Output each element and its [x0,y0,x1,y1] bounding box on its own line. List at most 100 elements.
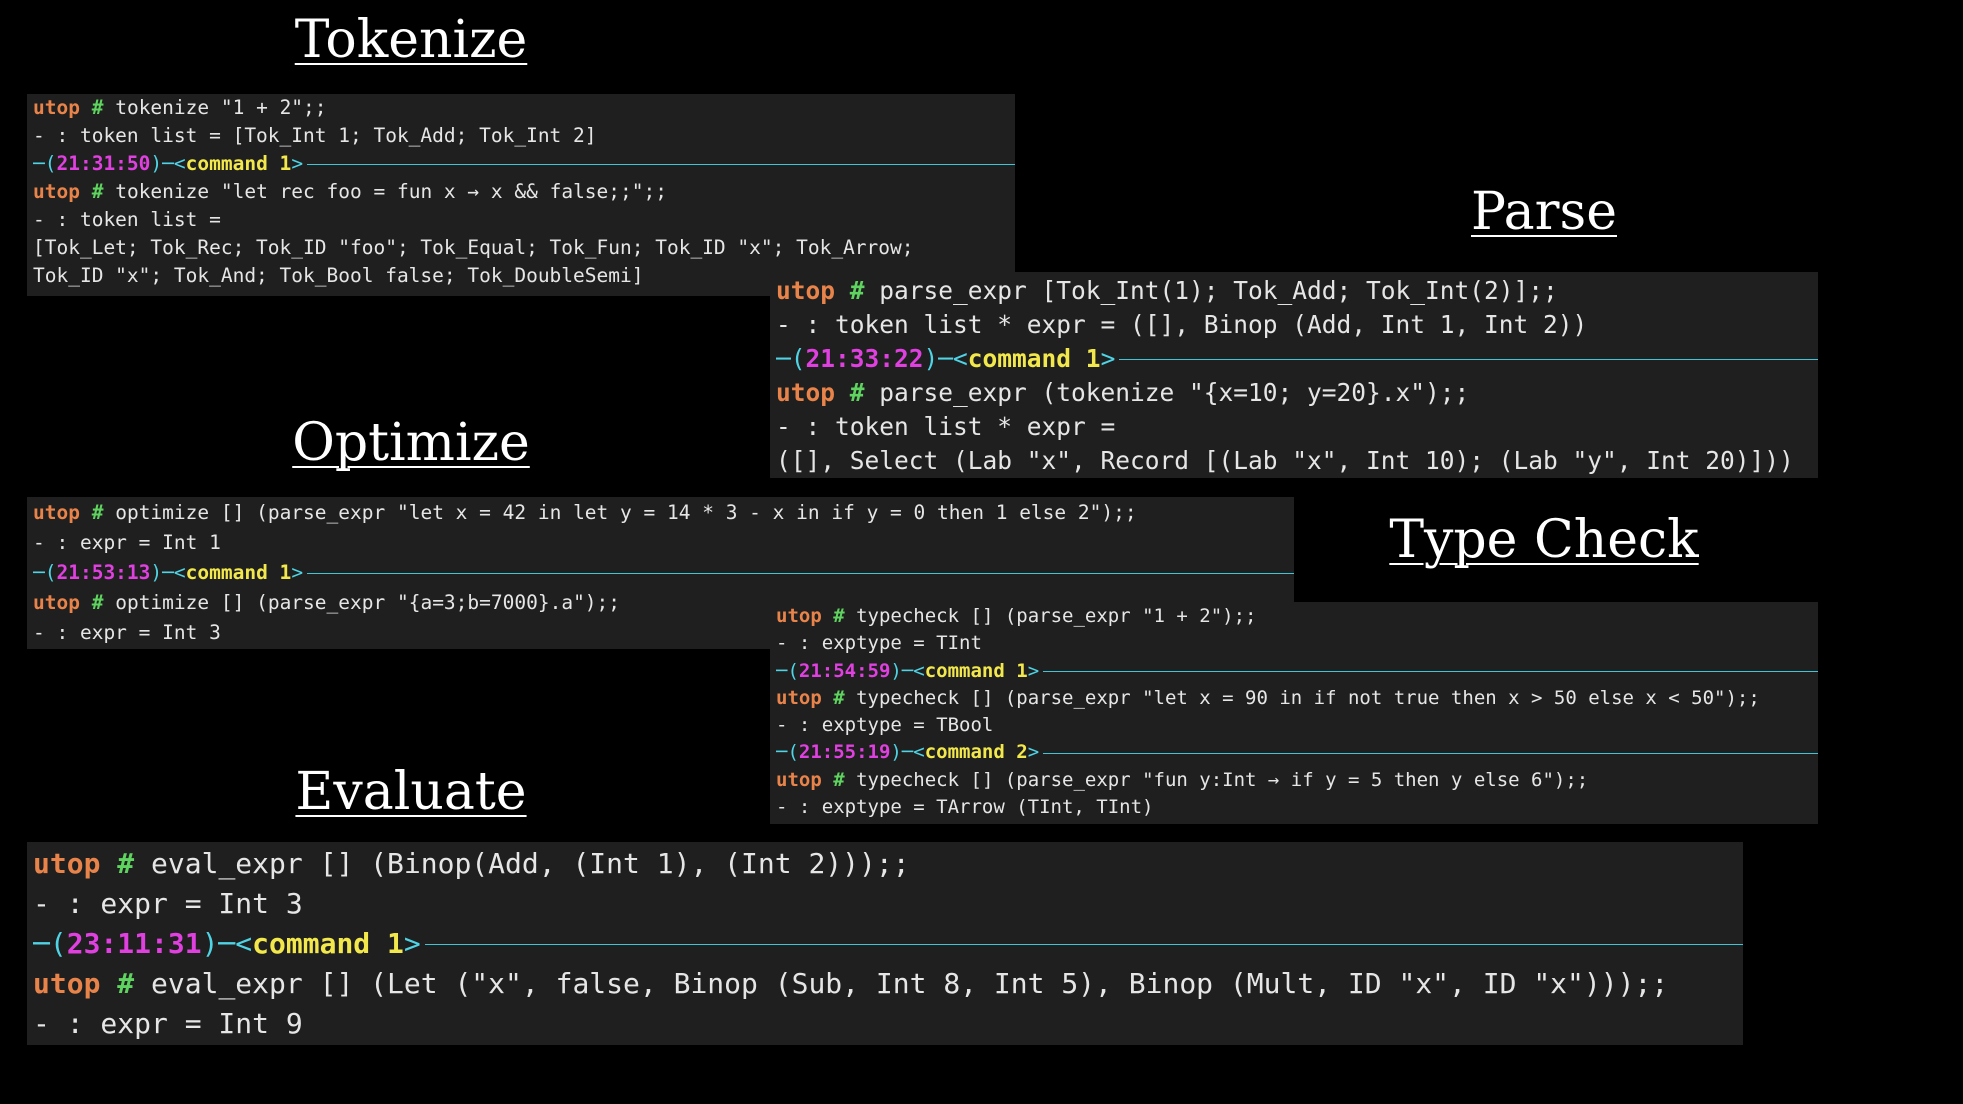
prompt-hash: # [91,591,104,614]
command-text: typecheck [] (parse_expr "let x = 90 in … [844,686,1760,709]
command-text: parse_expr (tokenize "{x=10; y=20}.x");; [864,378,1470,407]
sep-open: ─( [776,344,806,373]
separator-rule [307,572,1294,574]
command-text: tokenize "1 + 2";; [103,96,327,119]
command-text: optimize [] (parse_expr "{a=3;b=7000}.a"… [103,591,621,614]
timestamp: 21:54:59 [798,659,891,682]
prompt-utop: utop [33,967,101,1000]
command-text: eval_expr [] (Binop(Add, (Int 1), (Int 2… [134,847,910,880]
separator-rule [1043,670,1818,672]
prompt-hash: # [833,768,845,791]
sep-close: > [291,152,304,175]
command-text: typecheck [] (parse_expr "fun y:Int → if… [844,768,1589,791]
terminal-parse: utop # parse_expr [Tok_Int(1); Tok_Add; … [770,272,1818,478]
terminal-line: utop # typecheck [] (parse_expr "let x =… [776,685,1818,712]
command-number: command 1 [252,927,404,960]
separator-rule [1119,358,1818,360]
sep-open: ─( [776,741,799,764]
command-number: command 1 [967,344,1101,373]
prompt-utop: utop [776,605,822,627]
prompt-hash: # [91,96,104,119]
timestamp: 21:33:22 [805,344,924,373]
heading-tokenize: Tokenize [294,10,528,70]
prompt-utop: utop [776,276,836,305]
terminal-tokenize: utop # tokenize "1 + 2";; - : token list… [27,94,1015,296]
sep-mid: )─< [201,927,253,960]
command-text: eval_expr [] (Let ("x", false, Binop (Su… [134,967,1669,1000]
prompt-utop: utop [33,180,80,203]
heading-optimize: Optimize [292,413,530,473]
prompt-separator: ─( 21:33:22 )─< command 1 > [776,342,1818,376]
command-text: parse_expr [Tok_Int(1); Tok_Add; Tok_Int… [864,276,1558,305]
prompt-hash: # [849,378,865,407]
prompt-hash: # [117,847,135,880]
command-number: command 1 [185,561,292,584]
sep-close: > [403,927,421,960]
prompt-hash: # [849,276,865,305]
terminal-evaluate: utop # eval_expr [] (Binop(Add, (Int 1),… [27,842,1743,1045]
prompt-utop: utop [33,591,80,614]
output-text: - : expr = Int 1 [33,531,221,554]
sep-mid: )─< [150,561,186,584]
terminal-line: utop # parse_expr (tokenize "{x=10; y=20… [776,376,1818,410]
prompt-utop: utop [776,378,836,407]
output-text: - : exptype = TBool [776,714,994,737]
terminal-line: utop # eval_expr [] (Let ("x", false, Bi… [33,964,1743,1004]
sep-mid: )─< [890,659,925,682]
output-text: - : expr = Int 9 [33,1007,303,1040]
command-text: optimize [] (parse_expr "let x = 42 in l… [103,501,1137,524]
sep-close: > [291,561,304,584]
output-text: ([], Select (Lab "x", Record [(Lab "x", … [776,446,1794,475]
output-text: - : token list = [Tok_Int 1; Tok_Add; To… [33,124,597,147]
prompt-utop: utop [33,847,101,880]
heading-parse: Parse [1471,182,1617,242]
timestamp: 21:31:50 [56,152,151,175]
sep-close: > [1100,344,1116,373]
output-text: [Tok_Let; Tok_Rec; Tok_ID "foo"; Tok_Equ… [33,236,914,259]
output-text: - : token list * expr = ([], Binop (Add,… [776,310,1588,339]
output-text: - : exptype = TArrow (TInt, TInt) [776,796,1154,819]
terminal-line: utop # typecheck [] (parse_expr "1 + 2")… [776,603,1818,630]
prompt-separator: ─( 23:11:31 )─< command 1 > [33,924,1743,964]
terminal-line: utop # eval_expr [] (Binop(Add, (Int 1),… [33,844,1743,884]
separator-rule [424,943,1743,945]
heading-typecheck: Type Check [1389,510,1699,570]
prompt-hash: # [833,686,845,709]
prompt-hash: # [91,501,104,524]
timestamp: 23:11:31 [66,927,202,960]
output-text: - : token list = [33,208,221,231]
timestamp: 21:53:13 [56,561,151,584]
output-text: - : exptype = TInt [776,632,982,655]
terminal-line: utop # typecheck [] (parse_expr "fun y:I… [776,767,1818,794]
sep-mid: )─< [890,741,925,764]
sep-open: ─( [33,561,57,584]
separator-rule [1043,752,1818,754]
prompt-hash: # [117,967,135,1000]
sep-open: ─( [33,927,67,960]
sep-open: ─( [33,152,57,175]
sep-close: > [1027,741,1040,764]
terminal-line: utop # parse_expr [Tok_Int(1); Tok_Add; … [776,274,1818,308]
output-text: - : expr = Int 3 [33,887,303,920]
heading-evaluate: Evaluate [295,762,527,822]
prompt-separator: ─( 21:55:19 )─< command 2 > [776,739,1818,766]
prompt-hash: # [91,180,104,203]
prompt-utop: utop [776,768,822,791]
timestamp: 21:55:19 [798,741,891,764]
command-number: command 1 [924,659,1028,682]
prompt-utop: utop [33,501,80,524]
terminal-line: utop # optimize [] (parse_expr "let x = … [33,498,1294,528]
prompt-utop: utop [33,96,80,119]
prompt-hash: # [833,605,845,627]
separator-rule [307,163,1015,165]
sep-mid: )─< [923,344,968,373]
command-number: command 2 [924,741,1028,764]
terminal-typecheck: utop # typecheck [] (parse_expr "1 + 2")… [770,602,1818,824]
prompt-separator: ─( 21:54:59 )─< command 1 > [776,658,1818,685]
command-text: tokenize "let rec foo = fun x → x && fal… [103,180,667,203]
sep-mid: )─< [150,152,186,175]
sep-close: > [1027,659,1040,682]
sep-open: ─( [776,659,799,682]
output-text: - : token list * expr = [776,412,1116,441]
terminal-line: utop # tokenize "1 + 2";; [33,94,1015,122]
